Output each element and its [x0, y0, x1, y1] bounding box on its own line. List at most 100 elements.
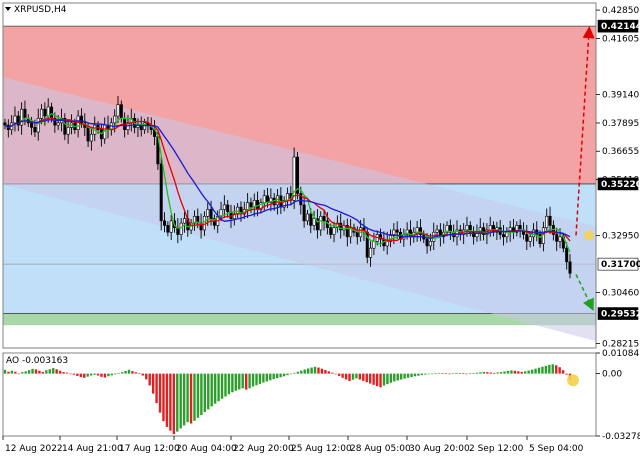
- ao-bar: [220, 373, 224, 399]
- ao-bar: [31, 368, 34, 374]
- ao-bar: [179, 373, 182, 429]
- ao-bar: [244, 373, 248, 390]
- ao-bar: [282, 373, 286, 377]
- ao-bar: [348, 373, 351, 382]
- ao-bar: [496, 372, 499, 374]
- ao-bar: [207, 373, 210, 410]
- candle[interactable]: [159, 157, 163, 231]
- ao-bar: [165, 373, 169, 427]
- ao-bar: [103, 373, 107, 378]
- ao-bar: [45, 370, 48, 374]
- ao-bar: [306, 368, 310, 374]
- ao-bar: [76, 373, 79, 376]
- ao-bar: [200, 373, 203, 416]
- ao-bar: [417, 373, 420, 376]
- ao-bar: [231, 373, 234, 393]
- ao-bar: [331, 372, 334, 374]
- ao-bar: [120, 372, 124, 374]
- ao-bar: [258, 373, 262, 384]
- ao-bar: [389, 373, 393, 383]
- ao-bar: [7, 371, 10, 374]
- price-tick-label: 0.37895: [602, 119, 639, 129]
- ao-bar: [386, 373, 389, 385]
- price-tick-label: 0.32950: [602, 232, 639, 242]
- ao-bar: [420, 373, 424, 376]
- ao-bar: [379, 373, 382, 388]
- ao-bar: [251, 373, 255, 387]
- ao-bar: [437, 373, 441, 374]
- ao-bar: [62, 372, 65, 374]
- ao-tick-label: 0.010841: [602, 349, 640, 359]
- ao-bar: [448, 373, 451, 375]
- ao-bar: [300, 370, 303, 374]
- symbol-title: XRPUSD,H4: [14, 5, 67, 15]
- ao-bar: [27, 370, 31, 374]
- ao-bar: [93, 373, 96, 375]
- ao-bar: [313, 366, 317, 374]
- ao-bar: [41, 371, 45, 374]
- ao-bar: [110, 373, 113, 376]
- signal-marker-icon: [584, 230, 594, 241]
- ao-bar: [561, 370, 565, 374]
- time-tick-label: 14 Aug 21:00: [62, 444, 123, 454]
- ao-bar: [355, 373, 358, 379]
- svg-text:0.31700: 0.31700: [601, 260, 640, 270]
- ao-bar: [203, 373, 207, 413]
- price-chart[interactable]: 0.428500.416050.391400.378950.366550.354…: [0, 0, 640, 457]
- ao-bar: [365, 373, 368, 383]
- ao-bar: [14, 371, 17, 374]
- ao-bar: [468, 373, 472, 375]
- ao-bar: [479, 372, 482, 374]
- ao-bar: [131, 371, 134, 374]
- ao-bar: [275, 373, 279, 379]
- ao-bar: [151, 373, 155, 394]
- ao-bar: [410, 373, 413, 378]
- ao-bar: [527, 370, 530, 374]
- ao-bar: [127, 369, 131, 374]
- ao-signal-marker-icon: [567, 374, 579, 387]
- price-level-label: 0.42144: [597, 19, 640, 33]
- ao-bar: [555, 365, 558, 374]
- ao-bar: [213, 373, 217, 404]
- ao-bar: [100, 373, 103, 377]
- ao-bar: [334, 373, 337, 375]
- ao-bar: [310, 367, 313, 374]
- ao-bar: [145, 373, 148, 380]
- ao-bar: [520, 371, 523, 374]
- ao-bar: [296, 371, 300, 374]
- price-tick-label: 0.39140: [602, 91, 639, 101]
- svg-text:0.42144: 0.42144: [601, 22, 640, 32]
- ao-bar: [193, 373, 196, 421]
- ao-bar: [403, 373, 406, 379]
- svg-text:0.35220: 0.35220: [601, 180, 640, 190]
- ao-bar: [324, 370, 327, 374]
- ao-bar: [472, 373, 475, 374]
- time-tick-label: 5 Sep 04:00: [529, 444, 584, 454]
- time-tick-label: 2 Sep 12:00: [469, 444, 524, 454]
- ao-bar: [482, 371, 486, 374]
- ao-bar: [320, 368, 324, 374]
- indicator-plot-area[interactable]: [3, 353, 596, 436]
- ao-bar: [272, 373, 275, 380]
- ao-bar: [513, 370, 517, 374]
- ao-bar: [362, 373, 365, 381]
- ao-bar: [65, 372, 69, 374]
- ao-bar: [451, 373, 455, 374]
- time-tick-label: 28 Aug 05:00: [350, 444, 411, 454]
- ao-bar: [269, 373, 272, 381]
- svg-text:0.29532: 0.29532: [601, 310, 640, 320]
- ao-bar: [141, 373, 145, 376]
- time-tick-label: 12 Aug 2022: [5, 444, 63, 454]
- ao-bar: [134, 372, 138, 374]
- time-tick-label: 20 Aug 04:00: [176, 444, 237, 454]
- ao-bar: [489, 372, 492, 374]
- ao-bar: [499, 372, 503, 374]
- candle[interactable]: [295, 152, 299, 200]
- ao-bar: [368, 373, 372, 384]
- ao-bar: [510, 370, 513, 374]
- ao-bar: [506, 370, 510, 374]
- ao-bar: [52, 368, 55, 374]
- ao-bar: [399, 373, 403, 380]
- ao-bar: [241, 373, 244, 389]
- ao-bar: [89, 373, 93, 376]
